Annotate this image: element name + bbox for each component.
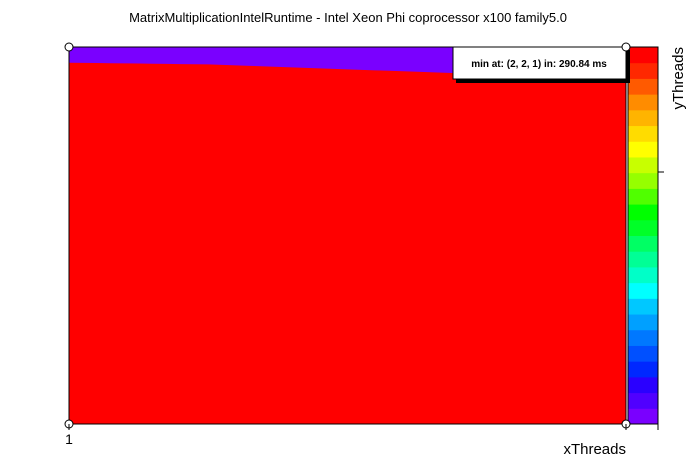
plot-area bbox=[68, 46, 627, 425]
palette-swatch bbox=[628, 251, 658, 268]
contour-bands bbox=[69, 47, 626, 425]
palette-swatch bbox=[628, 141, 658, 158]
palette-swatch bbox=[628, 188, 658, 205]
info-box[interactable]: min at: (2, 2, 1) in: 290.84 ms bbox=[452, 46, 630, 83]
palette-swatch bbox=[628, 266, 658, 284]
palette-swatch bbox=[628, 204, 658, 221]
palette-swatch bbox=[628, 345, 658, 362]
palette-swatch bbox=[628, 376, 658, 394]
palette-swatch bbox=[628, 219, 658, 236]
palette-swatch bbox=[628, 298, 658, 315]
x-axis-title: xThreads bbox=[563, 441, 626, 458]
palette-swatch bbox=[628, 94, 658, 111]
palette-swatch bbox=[628, 125, 658, 142]
chart-title: MatrixMultiplicationIntelRuntime - Intel… bbox=[129, 10, 567, 25]
palette-swatch bbox=[628, 109, 658, 127]
palette-swatch bbox=[628, 235, 658, 252]
palette-swatch bbox=[628, 62, 658, 79]
y-axis-title: yThreads bbox=[670, 47, 687, 110]
info-box-text: min at: (2, 2, 1) in: 290.84 ms bbox=[471, 59, 607, 70]
palette-swatch bbox=[628, 314, 658, 331]
corner-handle-top-left[interactable] bbox=[64, 42, 74, 52]
palette-swatch bbox=[628, 361, 658, 378]
palette-swatch bbox=[628, 329, 658, 346]
palette-swatch bbox=[628, 408, 658, 425]
x-tick-label: 1 bbox=[65, 431, 73, 447]
color-palette bbox=[628, 47, 658, 425]
palette-swatch bbox=[628, 392, 658, 409]
palette-swatch bbox=[628, 282, 658, 299]
heatmap-chart: MatrixMultiplicationIntelRuntime - Intel… bbox=[64, 10, 687, 458]
palette-swatch bbox=[628, 78, 658, 95]
palette-swatch bbox=[628, 47, 658, 64]
palette-swatch bbox=[628, 156, 658, 174]
corner-handle-top-right[interactable] bbox=[621, 42, 631, 52]
palette-swatch bbox=[628, 172, 658, 189]
contour-band bbox=[69, 47, 626, 424]
